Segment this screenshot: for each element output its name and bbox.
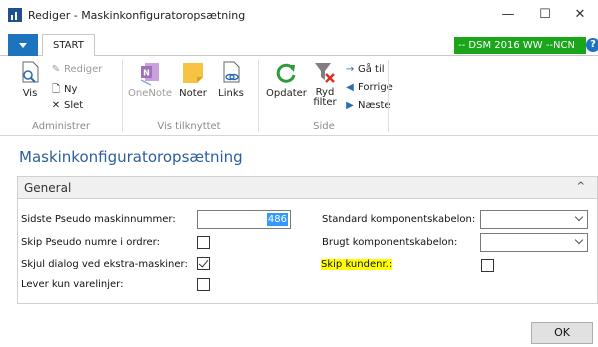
ga-til-button[interactable]: → Gå til: [344, 64, 385, 75]
brugt-komp-label: Brugt komponentskabelon:: [322, 237, 458, 248]
vis-button[interactable]: Vis: [14, 60, 46, 99]
standard-komp-select[interactable]: [480, 210, 588, 229]
ryd-filter-button[interactable]: Ryd filter: [310, 60, 340, 108]
skip-kundenr-checkbox[interactable]: [481, 259, 494, 272]
ribbon-separator: [388, 60, 389, 132]
refresh-icon: [273, 60, 299, 86]
links-label: Links: [218, 88, 244, 99]
chevron-down-icon: [574, 212, 584, 222]
skjul-dialog-label: Skjul dialog ved ekstra-maskiner:: [21, 259, 188, 270]
help-icon[interactable]: ?: [586, 38, 598, 52]
sidste-pseudo-label: Sidste Pseudo maskinnummer:: [21, 214, 176, 225]
standard-komp-label: Standard komponentskabelon:: [322, 214, 476, 225]
skip-kundenr-label: Skip kundenr.:: [321, 259, 393, 270]
ny-label: Ny: [64, 84, 78, 95]
new-document-icon: 🗋: [51, 84, 61, 95]
links-icon: [218, 60, 244, 86]
vis-label: Vis: [22, 88, 38, 99]
svg-text:N: N: [143, 69, 150, 78]
ryd-filter-label-2: filter: [313, 97, 337, 108]
chevron-down-icon: [574, 235, 584, 245]
view-document-icon: [17, 60, 43, 86]
ribbon-separator: [122, 60, 123, 132]
lever-kun-checkbox[interactable]: [197, 278, 210, 291]
checkmark-icon: [198, 257, 209, 268]
clear-filter-icon: [312, 60, 338, 86]
noter-button[interactable]: Noter: [176, 60, 210, 99]
fasttab-title: General: [24, 181, 72, 195]
ribbon-group-side: Opdater Ryd filter → Gå til ◀ Forrige ▶ Næs…: [260, 56, 393, 136]
ribbon: Vis ✎ Rediger 🗋 Ny ✕ Slet Administrer N One…: [0, 56, 598, 136]
next-icon: ▶: [346, 100, 354, 111]
ga-til-label: Gå til: [358, 64, 385, 75]
app-icon: [8, 8, 22, 22]
lever-kun-label: Lever kun varelinjer:: [21, 279, 124, 290]
page-title: Maskinkonfiguratoropsætning: [19, 148, 243, 166]
previous-icon: ◀: [346, 82, 354, 93]
forrige-button[interactable]: ◀ Forrige: [344, 82, 393, 93]
sidste-pseudo-value: 486: [266, 213, 288, 226]
group-label-vis-tilknyttet: Vis tilknyttet: [157, 121, 221, 132]
naeste-button[interactable]: ▶ Næste: [344, 100, 391, 111]
opdater-button[interactable]: Opdater: [266, 60, 307, 99]
ribbon-tab-row: START -- DSM 2016 WW --NCN ?: [0, 34, 598, 57]
pencil-icon: ✎: [51, 64, 61, 75]
slet-label: Slet: [64, 100, 84, 111]
opdater-label: Opdater: [266, 88, 307, 99]
onenote-button[interactable]: N OneNote: [128, 60, 172, 99]
delete-icon: ✕: [51, 100, 61, 111]
chevron-up-icon[interactable]: ^: [577, 181, 585, 192]
sidste-pseudo-input[interactable]: 486: [197, 210, 291, 229]
links-button[interactable]: Links: [216, 60, 246, 99]
slet-button[interactable]: ✕ Slet: [50, 100, 83, 111]
company-badge: -- DSM 2016 WW --NCN: [454, 37, 586, 54]
fasttab-header[interactable]: General ^: [18, 177, 597, 199]
ribbon-group-vis-tilknyttet: N OneNote Noter Links Vis tilknyttet: [124, 56, 254, 136]
ok-button[interactable]: OK: [531, 322, 593, 344]
notes-icon: [180, 60, 206, 86]
brugt-komp-select[interactable]: [480, 233, 588, 252]
arrow-right-icon: →: [345, 64, 355, 75]
rediger-label: Rediger: [64, 64, 103, 75]
close-button[interactable]: ✕: [566, 6, 594, 24]
ny-button[interactable]: 🗋 Ny: [50, 82, 77, 99]
minimize-button[interactable]: —: [494, 6, 522, 24]
onenote-label: OneNote: [128, 88, 173, 99]
ribbon-separator: [258, 60, 259, 132]
application-menu-button[interactable]: [8, 34, 38, 56]
onenote-icon: N: [137, 60, 163, 86]
rediger-button[interactable]: ✎ Rediger: [50, 64, 103, 75]
title-bar: Rediger - Maskinkonfiguratoropsætning — …: [0, 0, 598, 30]
tab-start[interactable]: START: [42, 34, 95, 57]
group-label-side: Side: [313, 121, 335, 132]
skip-pseudo-label: Skip Pseudo numre i ordrer:: [21, 237, 160, 248]
group-label-administrer: Administrer: [32, 121, 90, 132]
window-title: Rediger - Maskinkonfiguratoropsætning: [28, 9, 246, 22]
skip-pseudo-checkbox[interactable]: [197, 236, 210, 249]
maximize-button[interactable]: ☐: [531, 6, 559, 24]
naeste-label: Næste: [358, 100, 391, 111]
noter-label: Noter: [179, 88, 207, 99]
ribbon-group-administrer: Vis ✎ Rediger 🗋 Ny ✕ Slet Administrer: [0, 56, 122, 136]
skjul-dialog-checkbox[interactable]: [197, 257, 210, 270]
